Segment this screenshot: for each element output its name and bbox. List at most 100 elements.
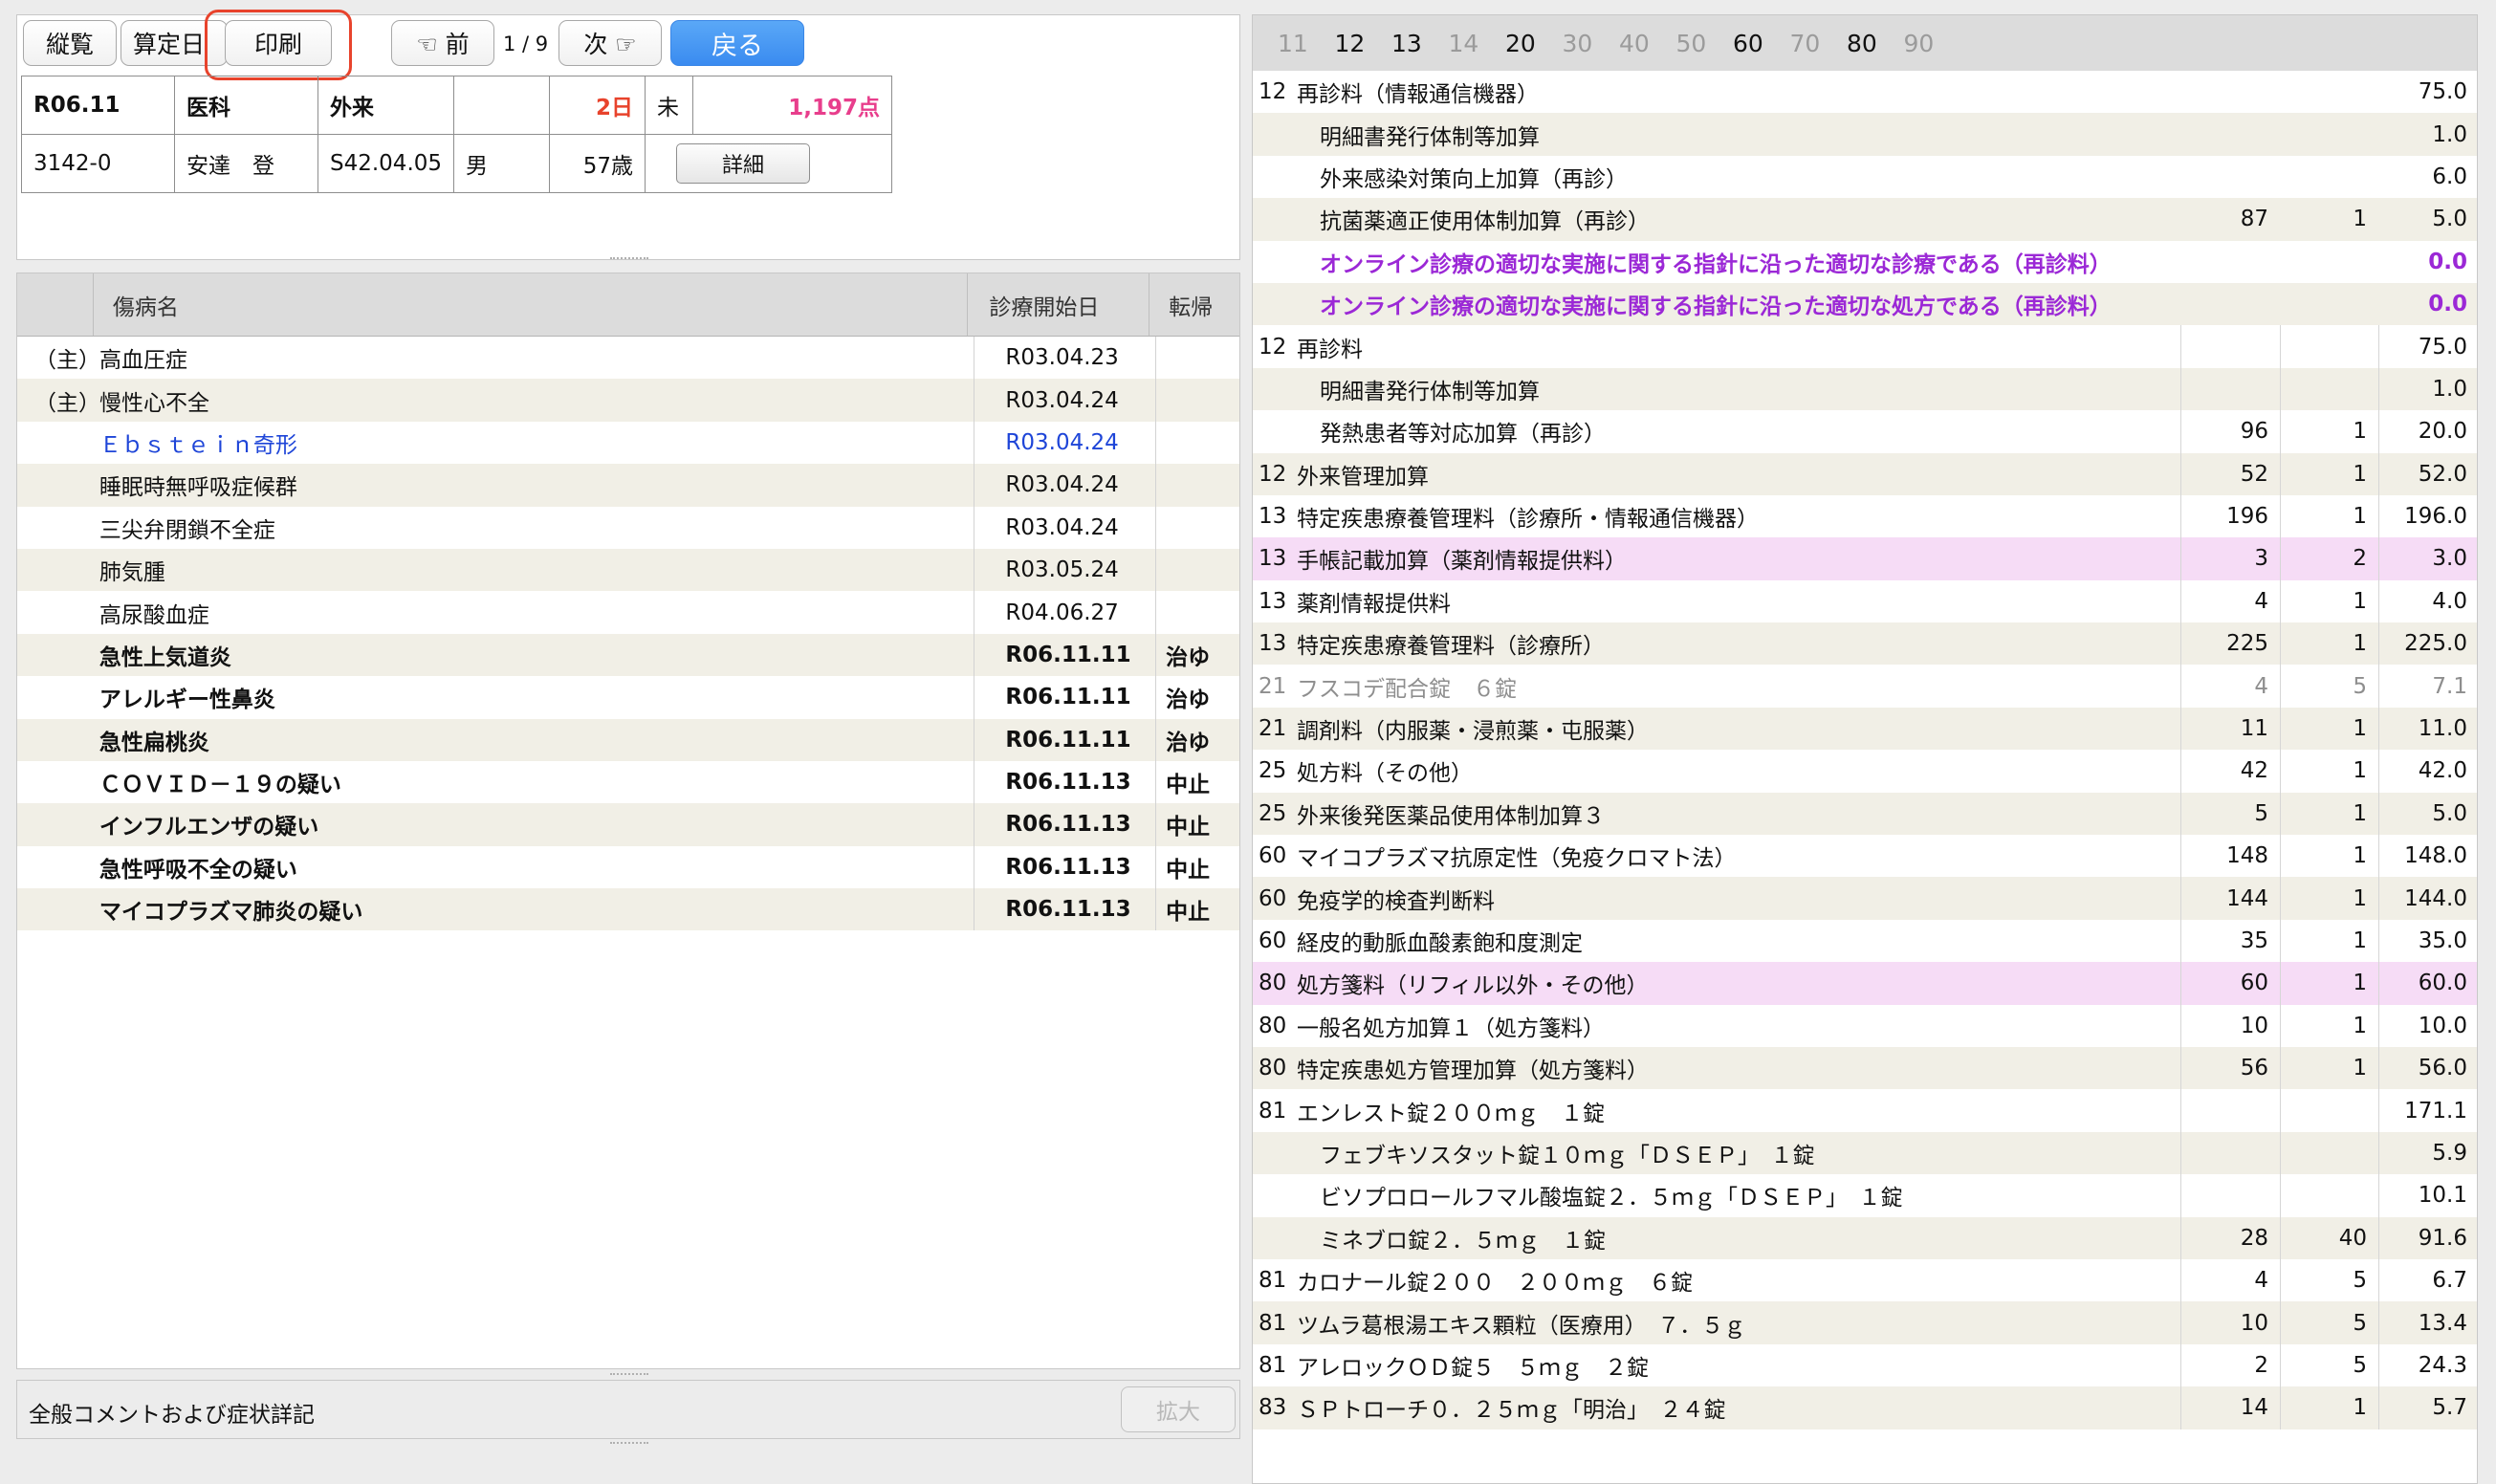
disease-row[interactable]: 高尿酸血症 R04.06.27 — [17, 591, 1239, 634]
back-button[interactable]: 戻る — [670, 20, 804, 66]
tab-30[interactable]: 30 — [1563, 30, 1620, 57]
procedure-row[interactable]: オンライン診療の適切な実施に関する指針に沿った適切な診療である（再診料） 0.0 — [1253, 241, 2477, 283]
disease-row[interactable]: ＣＯＶＩＤ－１９の疑い R06.11.13 中止 — [17, 760, 1239, 804]
procedure-row[interactable]: 80 一般名処方加算１（処方箋料） 10 1 10.0 — [1253, 1004, 2477, 1047]
procedure-row[interactable]: 81 カロナール錠２００ ２００ｍｇ ６錠 4 5 6.7 — [1253, 1258, 2477, 1302]
procedure-row[interactable]: 13 薬剤情報提供料 4 1 4.0 — [1253, 579, 2477, 623]
disease-row[interactable]: 急性上気道炎 R06.11.11 治ゆ — [17, 633, 1239, 677]
tab-20[interactable]: 20 — [1505, 30, 1563, 57]
print-button[interactable]: 印刷 — [225, 20, 332, 66]
resize-grip[interactable] — [610, 1442, 648, 1446]
disease-name: 睡眠時無呼吸症候群 — [99, 475, 297, 501]
disease-row[interactable]: 三尖弁閉鎖不全症 R03.04.24 — [17, 506, 1239, 549]
procedure-row[interactable]: 外来感染対策向上加算（再診） 6.0 — [1253, 156, 2477, 198]
disease-row[interactable]: Ｅｂｓｔｅｉｎ奇形 R03.04.24 — [17, 421, 1239, 465]
header-outcome[interactable]: 転帰 — [1149, 273, 1239, 336]
disease-table-header: 傷病名 診療開始日 転帰 — [17, 273, 1239, 337]
prev-button[interactable]: ☜ 前 — [391, 20, 494, 66]
disease-row[interactable]: 肺気腫 R03.05.24 — [17, 548, 1239, 592]
disease-row[interactable]: 急性呼吸不全の疑い R06.11.13 中止 — [17, 845, 1239, 889]
disease-row[interactable]: 睡眠時無呼吸症候群 R03.04.24 — [17, 464, 1239, 507]
expand-button[interactable]: 拡大 — [1121, 1386, 1236, 1432]
disease-outcome: 治ゆ — [1155, 633, 1239, 677]
procedure-row[interactable]: 80 特定疾患処方管理加算（処方箋料） 56 1 56.0 — [1253, 1046, 2477, 1090]
tab-80[interactable]: 80 — [1847, 30, 1904, 57]
procedure-row[interactable]: 12 再診料（情報通信機器） 75.0 — [1253, 71, 2477, 113]
tab-13[interactable]: 13 — [1391, 30, 1449, 57]
procedure-row[interactable]: 12 外来管理加算 52 1 52.0 — [1253, 452, 2477, 495]
disease-outcome — [1155, 548, 1239, 592]
procedure-code: 13 — [1259, 546, 1287, 572]
disease-row[interactable]: （主） 慢性心不全 R03.04.24 — [17, 379, 1239, 422]
procedure-row[interactable]: 21 調剤料（内服薬・浸煎薬・屯服薬） 11 1 11.0 — [1253, 707, 2477, 751]
procedure-row[interactable]: 21 フスコデ配合錠 ６錠 4 5 7.1 — [1253, 665, 2477, 708]
procedure-count — [2280, 113, 2378, 155]
resize-grip[interactable] — [610, 257, 648, 261]
patient-id: 3142-0 — [21, 134, 175, 193]
procedure-row[interactable]: 25 処方料（その他） 42 1 42.0 — [1253, 750, 2477, 793]
procedure-points: 2 — [2180, 1343, 2280, 1387]
procedure-row[interactable]: 81 ツムラ葛根湯エキス顆粒（医療用） ７．５ｇ 10 5 13.4 — [1253, 1301, 2477, 1344]
disease-start-date: R03.04.23 — [974, 337, 1155, 380]
procedure-row[interactable]: 60 経皮的動脈血酸素飽和度測定 35 1 35.0 — [1253, 919, 2477, 963]
procedure-code: 12 — [1259, 461, 1287, 487]
procedure-row[interactable]: ミネブロ錠２．５ｍｇ １錠 28 40 91.6 — [1253, 1216, 2477, 1259]
calc-date-button[interactable]: 算定日 — [120, 20, 228, 66]
disease-outcome — [1155, 591, 1239, 634]
disease-row[interactable]: 急性扁桃炎 R06.11.11 治ゆ — [17, 718, 1239, 761]
procedure-row[interactable]: オンライン診療の適切な実施に関する指針に沿った適切な処方である（再診料） 0.0 — [1253, 282, 2477, 326]
procedure-total: 20.0 — [2378, 410, 2477, 453]
disease-row[interactable]: マイコプラズマ肺炎の疑い R06.11.13 中止 — [17, 888, 1239, 931]
disease-row[interactable]: インフルエンザの疑い R06.11.13 中止 — [17, 803, 1239, 846]
procedure-row[interactable]: 発熱患者等対応加算（再診） 96 1 20.0 — [1253, 410, 2477, 453]
disease-start-date: R06.11.13 — [974, 888, 1155, 931]
procedure-row[interactable]: 明細書発行体制等加算 1.0 — [1253, 367, 2477, 411]
procedure-row[interactable]: ビソプロロールフマル酸塩錠２．５ｍｇ「ＤＳＥＰ」 １錠 10.1 — [1253, 1174, 2477, 1217]
tab-90[interactable]: 90 — [1904, 30, 1961, 57]
overview-button[interactable]: 縦覧 — [23, 20, 117, 66]
procedure-row[interactable]: 83 ＳＰトローチ０．２５ｍｇ「明治」 ２４錠 14 1 5.7 — [1253, 1386, 2477, 1429]
procedure-total: 75.0 — [2378, 325, 2477, 368]
resize-grip[interactable] — [610, 1373, 648, 1377]
procedure-name: エンレスト錠２００ｍｇ １錠 — [1297, 1101, 1605, 1126]
procedure-row[interactable]: 25 外来後発医薬品使用体制加算３ 5 1 5.0 — [1253, 792, 2477, 836]
procedure-count: 1 — [2280, 835, 2378, 878]
procedure-row[interactable]: 抗菌薬適正使用体制加算（再診） 87 1 5.0 — [1253, 198, 2477, 241]
tab-12[interactable]: 12 — [1335, 30, 1392, 57]
disease-outcome: 治ゆ — [1155, 676, 1239, 719]
procedure-code: 13 — [1259, 588, 1287, 614]
procedure-name: ミネブロ錠２．５ｍｇ １錠 — [1320, 1228, 1606, 1254]
tab-50[interactable]: 50 — [1676, 30, 1734, 57]
procedure-row[interactable]: 明細書発行体制等加算 1.0 — [1253, 113, 2477, 156]
procedure-row[interactable]: フェブキソスタット錠１０ｍｇ「ＤＳＥＰ」 １錠 5.9 — [1253, 1131, 2477, 1175]
procedure-row[interactable]: 60 マイコプラズマ抗原定性（免疫クロマト法） 148 1 148.0 — [1253, 835, 2477, 878]
procedure-total: 60.0 — [2378, 962, 2477, 1005]
disease-row[interactable]: アレルギー性鼻炎 R06.11.11 治ゆ — [17, 676, 1239, 719]
procedure-row[interactable]: 13 手帳記載加算（薬剤情報提供料） 3 2 3.0 — [1253, 537, 2477, 580]
tab-14[interactable]: 14 — [1449, 30, 1506, 57]
header-disease-name[interactable]: 傷病名 — [94, 273, 969, 336]
next-button[interactable]: 次 ☞ — [558, 20, 662, 66]
procedure-row[interactable]: 13 特定疾患療養管理料（診療所・情報通信機器） 196 1 196.0 — [1253, 494, 2477, 538]
procedure-row[interactable]: 12 再診料 75.0 — [1253, 325, 2477, 368]
disease-row[interactable]: （主） 高血圧症 R03.04.23 — [17, 337, 1239, 380]
disease-name: 急性扁桃炎 — [99, 730, 209, 755]
tab-70[interactable]: 70 — [1790, 30, 1848, 57]
tab-60[interactable]: 60 — [1733, 30, 1790, 57]
claim-category: 医科 — [174, 76, 318, 135]
header-start-date[interactable]: 診療開始日 — [968, 273, 1150, 336]
procedure-name: 外来管理加算 — [1297, 464, 1429, 490]
procedure-row[interactable]: 81 エンレスト錠２００ｍｇ １錠 171.1 — [1253, 1089, 2477, 1132]
procedure-row[interactable]: 80 処方箋料（リフィル以外・その他） 60 1 60.0 — [1253, 962, 2477, 1005]
procedure-name: 特定疾患療養管理料（診療所・情報通信機器） — [1297, 507, 1759, 533]
procedure-total: 225.0 — [2378, 622, 2477, 666]
detail-button[interactable]: 詳細 — [676, 143, 811, 184]
procedure-code: 12 — [1259, 79, 1287, 105]
procedure-total: 10.0 — [2378, 1004, 2477, 1047]
procedure-row[interactable]: 81 アレロックＯＤ錠５ ５ｍｇ ２錠 2 5 24.3 — [1253, 1343, 2477, 1387]
procedure-name: 一般名処方加算１（処方箋料） — [1297, 1015, 1605, 1041]
tab-40[interactable]: 40 — [1619, 30, 1676, 57]
procedure-row[interactable]: 60 免疫学的検査判断料 144 1 144.0 — [1253, 877, 2477, 920]
tab-11[interactable]: 11 — [1278, 30, 1335, 57]
procedure-row[interactable]: 13 特定疾患療養管理料（診療所） 225 1 225.0 — [1253, 622, 2477, 666]
